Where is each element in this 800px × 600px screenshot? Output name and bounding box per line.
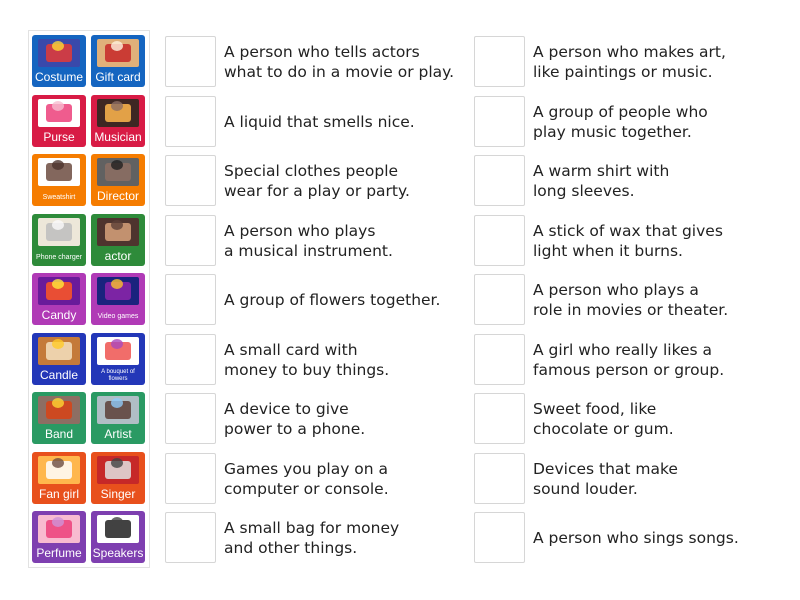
picture-tile-a-bouquet-of-flowers[interactable]: A bouquet of flowers [91,332,145,385]
picture-tile-musician[interactable]: Musician [91,94,145,147]
tile-picture [38,158,80,186]
drop-slot-left-7[interactable] [165,393,216,444]
picture-tile-director[interactable]: Director [91,154,145,206]
tile-picture [97,336,139,365]
picture-tile-artist[interactable]: Artist [91,392,145,444]
clue-text: A group of flowers together. [224,291,441,309]
tile-label: Director [96,189,139,203]
tile-picture [38,277,80,305]
tile-bank: Costume Gift card Purse Musician Sweatshirt D… [28,30,150,568]
tile-label: actor [104,248,132,263]
picture-tile-phone-charger[interactable]: Phone charger [32,213,86,266]
tile-label: Gift card [95,70,141,84]
clue-text: Devices that make sound louder. [533,459,678,498]
picture-tile-purse[interactable]: Purse [32,94,86,147]
picture-tile-band[interactable]: Band [32,392,86,444]
tile-label: Speakers [92,546,144,560]
picture-tile-singer[interactable]: Singer [91,451,145,504]
tile-label: Musician [94,129,142,144]
tile-label: Perfume [36,546,82,560]
clue-text: A person who tells actors what to do in … [224,43,455,81]
drop-slot-left-8[interactable] [165,452,216,504]
clue-text: A liquid that smells nice. [224,112,415,131]
tile-label: Candle [39,367,79,382]
tile-picture [38,217,80,246]
drop-slot-right-9[interactable] [474,512,525,563]
drop-slot-right-6[interactable] [474,333,525,385]
clue-text: A girl who really likes a famous person … [533,340,725,379]
drop-slot-left-2[interactable] [165,95,216,147]
clue-text: A group of people who play music togethe… [533,102,708,141]
tile-picture [38,455,80,484]
drop-slot-right-3[interactable] [474,155,525,206]
clue-text: A small card with money to buy things. [224,340,390,379]
clue-text: A small bag for money and other things. [224,519,400,557]
tile-label: Band [44,427,74,441]
clue-text: Special clothes people wear for a play o… [224,162,410,200]
tile-label: Sweatshirt [42,194,76,201]
tile-label: Costume [34,70,84,84]
tile-picture [97,277,139,305]
tile-label: Fan girl [38,486,79,501]
picture-tile-actor[interactable]: actor [91,213,145,266]
clue-text: A person who makes art, like paintings o… [533,43,726,81]
drop-slot-right-4[interactable] [474,214,525,266]
tile-picture [97,515,139,543]
tile-picture [38,515,80,543]
tile-label: Purse [43,129,75,144]
drop-slot-right-1[interactable] [474,36,525,87]
picture-tile-fan-girl[interactable]: Fan girl [32,451,86,504]
clue-text: Sweet food, like chocolate or gum. [533,400,674,438]
tile-label: Phone charger [36,253,82,261]
tile-picture [97,158,139,186]
tile-picture [97,396,139,424]
picture-tile-sweatshirt[interactable]: Sweatshirt [32,154,86,206]
drop-slot-left-5[interactable] [165,274,216,325]
drop-slot-right-5[interactable] [474,274,525,325]
drop-slot-right-8[interactable] [474,452,525,504]
tile-label: Artist [104,427,132,441]
clue-text: A device to give power to a phone. [224,400,366,438]
clue-text: A stick of wax that gives light when it … [533,221,723,260]
tile-picture [38,336,80,365]
picture-tile-costume[interactable]: Costume [32,35,86,87]
tile-label: Video games [97,313,139,320]
clue-text: Games you play on a computer or console. [224,459,389,498]
tile-picture [97,39,139,67]
drop-slot-left-3[interactable] [165,155,216,206]
tile-picture [38,39,80,67]
tile-picture [97,98,139,127]
tile-picture [97,217,139,246]
drop-slot-right-7[interactable] [474,393,525,444]
tile-picture [38,98,80,127]
tile-picture [97,455,139,484]
clue-text: A person who plays a musical instrument. [224,221,393,260]
drop-slot-left-1[interactable] [165,36,216,87]
picture-tile-perfume[interactable]: Perfume [32,511,86,563]
drop-slot-left-4[interactable] [165,214,216,266]
tile-label: A bouquet of flowers [101,368,135,382]
picture-tile-candle[interactable]: Candle [32,332,86,385]
tile-label: Candy [41,308,77,322]
drop-slot-left-6[interactable] [165,333,216,385]
clue-text: A person who plays a role in movies or t… [533,281,729,319]
tile-picture [38,396,80,424]
clue-text: A person who sings songs. [533,529,739,547]
tile-label: Singer [100,486,136,501]
picture-tile-speakers[interactable]: Speakers [91,511,145,563]
picture-tile-candy[interactable]: Candy [32,273,86,325]
drop-slot-left-9[interactable] [165,512,216,563]
drop-slot-right-2[interactable] [474,95,525,147]
picture-tile-gift-card[interactable]: Gift card [91,35,145,87]
picture-tile-video-games[interactable]: Video games [91,273,145,325]
clue-text: A warm shirt with long sleeves. [533,162,670,200]
